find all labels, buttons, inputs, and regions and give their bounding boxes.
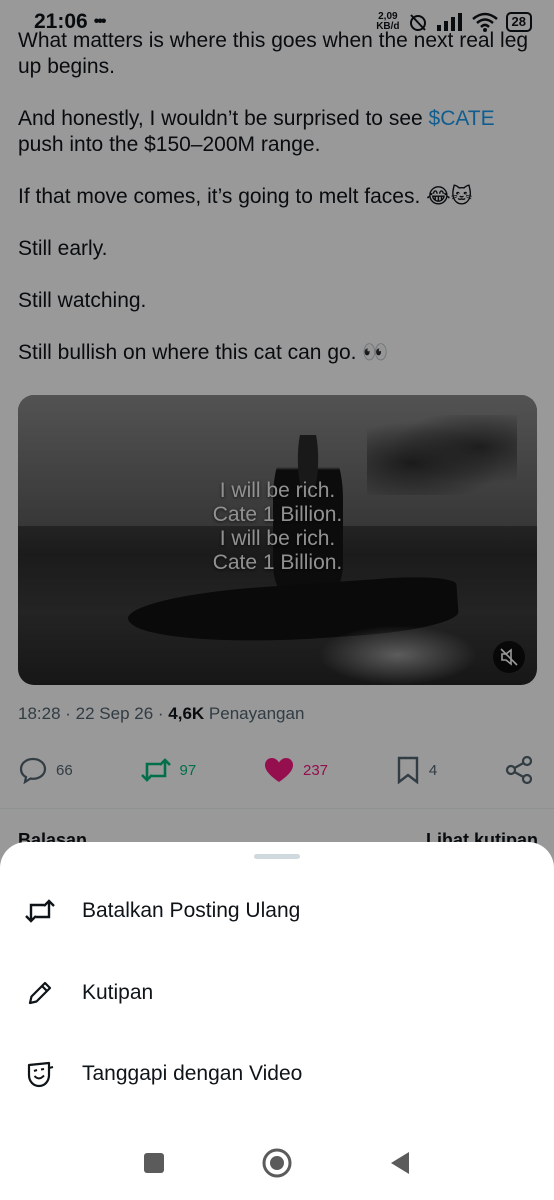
undo-repost-item[interactable]: Batalkan Posting Ulang <box>0 881 554 941</box>
video-reply-label: Tanggapi dengan Video <box>82 1062 303 1085</box>
sheet-drag-handle[interactable] <box>254 854 300 859</box>
recent-apps-button[interactable] <box>143 1152 165 1179</box>
quote-item[interactable]: Kutipan <box>0 963 554 1023</box>
home-button[interactable] <box>261 1147 293 1184</box>
back-triangle-icon <box>391 1151 409 1174</box>
quote-label: Kutipan <box>82 981 154 1004</box>
pencil-icon <box>24 977 56 1009</box>
home-circle-icon <box>262 1148 292 1177</box>
square-icon <box>144 1152 164 1173</box>
repost-icon <box>24 895 56 927</box>
back-button[interactable] <box>389 1151 411 1180</box>
undo-repost-label: Batalkan Posting Ulang <box>82 899 301 922</box>
video-reply-item[interactable]: Tanggapi dengan Video <box>0 1044 554 1104</box>
video-reply-icon <box>24 1058 56 1090</box>
repost-options-sheet: Batalkan Posting Ulang Kutipan Tanggapi … <box>0 842 554 1200</box>
system-nav-bar <box>0 1130 554 1200</box>
